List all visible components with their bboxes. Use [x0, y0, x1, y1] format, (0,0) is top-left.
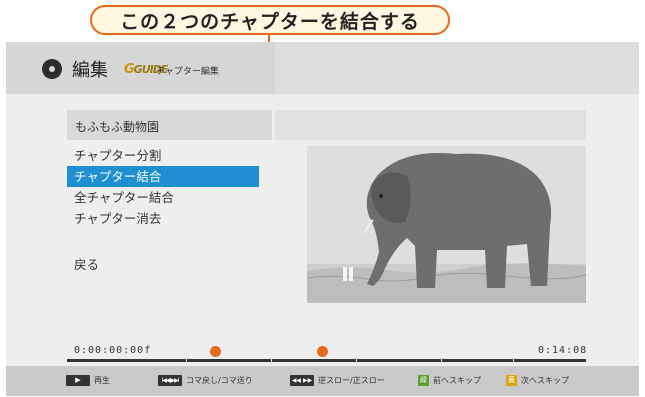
footer-key-guide: ▶ 再生 I◀◀ ▶▶I コマ戻し/コマ送り ◀◀ ▶▶ 逆スロー/正スロー 緑…	[6, 366, 639, 396]
slow-key-icon: ◀◀ ▶▶	[290, 375, 314, 386]
timeline-end-time: 0:14:08	[538, 345, 588, 356]
edit-menu: チャプター分割 チャプター結合 全チャプター結合 チャプター消去	[67, 145, 259, 229]
frame-step-key-icon: I◀◀ ▶▶I	[158, 375, 182, 386]
menu-item-split[interactable]: チャプター分割	[67, 145, 259, 166]
video-preview	[307, 146, 586, 303]
chapter-marker	[271, 357, 272, 364]
chapter-marker	[513, 357, 514, 364]
chapter-timeline[interactable]	[67, 357, 586, 364]
chapter-dot-left	[210, 346, 221, 357]
footer-item-slow: ◀◀ ▶▶ 逆スロー/正スロー	[290, 375, 385, 386]
menu-item-combine-all[interactable]: 全チャプター結合	[67, 187, 259, 208]
program-title-right	[275, 110, 586, 140]
edit-screen: 編集 GGUIDE チャプター編集 もふもふ動物園 チャプター分割 チャプター結…	[6, 42, 639, 396]
annotation-text: この２つのチャプターを結合する	[120, 10, 420, 33]
elephant-image	[307, 146, 586, 303]
footer-item-next-skip: 黄 次へスキップ	[506, 375, 569, 386]
header-title: 編集	[72, 60, 108, 81]
header-right-panel	[275, 42, 639, 94]
footer-item-prev-skip: 緑 前へスキップ	[418, 375, 481, 386]
footer-item-frame-step: I◀◀ ▶▶I コマ戻し/コマ送り	[158, 375, 253, 386]
footer-item-play: ▶ 再生	[66, 375, 110, 386]
yellow-key-icon: 黄	[506, 375, 517, 386]
chapter-marker	[356, 357, 357, 364]
chapter-marker	[186, 357, 187, 364]
annotation-callout: この２つのチャプターを結合する	[90, 5, 450, 35]
menu-item-delete[interactable]: チャプター消去	[67, 208, 259, 229]
back-button[interactable]: 戻る	[74, 254, 99, 273]
chapter-marker	[441, 357, 442, 364]
menu-item-combine[interactable]: チャプター結合	[67, 166, 259, 187]
play-key-icon: ▶	[66, 375, 90, 386]
header-subtitle: チャプター編集	[156, 67, 219, 77]
chapter-dot-right	[317, 346, 328, 357]
green-key-icon: 緑	[418, 375, 429, 386]
disc-icon	[42, 59, 62, 79]
program-title: もふもふ動物園	[75, 120, 160, 134]
timeline-start-time: 0:00:00:00f	[74, 345, 152, 356]
